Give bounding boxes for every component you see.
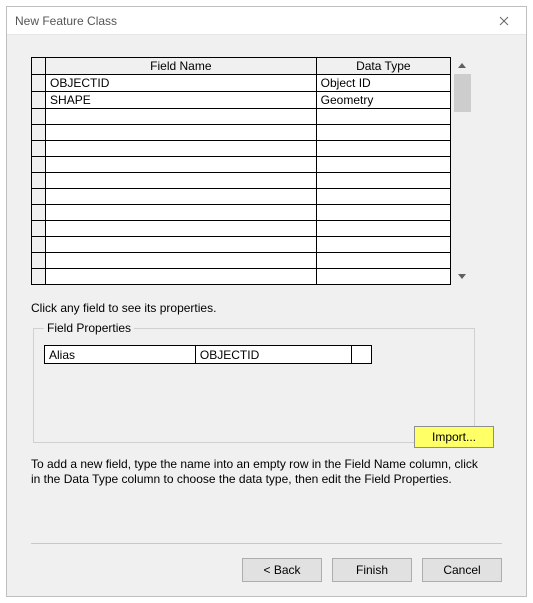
row-header[interactable] (32, 189, 46, 205)
import-button[interactable]: Import... (414, 426, 494, 448)
row-header[interactable] (32, 75, 46, 92)
field-properties-group: Field Properties AliasOBJECTID Import... (33, 321, 475, 443)
cell-field-name[interactable] (46, 141, 317, 157)
field-properties-table[interactable]: AliasOBJECTID (44, 345, 372, 364)
cell-data-type[interactable] (316, 109, 450, 125)
column-header-data-type[interactable]: Data Type (316, 58, 450, 75)
cell-data-type[interactable] (316, 237, 450, 253)
row-header[interactable] (32, 92, 46, 109)
table-row[interactable] (32, 269, 451, 285)
cell-field-name[interactable] (46, 157, 317, 173)
table-row[interactable] (32, 109, 451, 125)
dialog-content: Field Name Data Type OBJECTIDObject IDSH… (7, 35, 526, 596)
field-properties-legend: Field Properties (44, 321, 134, 335)
property-extra[interactable] (351, 346, 371, 364)
cell-data-type[interactable] (316, 269, 450, 285)
row-header[interactable] (32, 157, 46, 173)
cell-data-type[interactable] (316, 221, 450, 237)
scroll-thumb[interactable] (454, 74, 471, 112)
scroll-down-icon[interactable] (454, 268, 471, 285)
close-icon (499, 16, 509, 26)
cell-data-type[interactable] (316, 125, 450, 141)
finish-button[interactable]: Finish (332, 558, 412, 582)
cell-data-type[interactable] (316, 141, 450, 157)
table-row[interactable] (32, 141, 451, 157)
table-row[interactable] (32, 189, 451, 205)
cell-data-type[interactable] (316, 157, 450, 173)
cell-field-name[interactable] (46, 253, 317, 269)
row-header[interactable] (32, 109, 46, 125)
scroll-up-icon[interactable] (454, 57, 471, 74)
cell-data-type[interactable] (316, 253, 450, 269)
table-row[interactable]: SHAPEGeometry (32, 92, 451, 109)
cancel-button[interactable]: Cancel (422, 558, 502, 582)
cell-field-name[interactable] (46, 109, 317, 125)
table-row[interactable] (32, 253, 451, 269)
table-row[interactable] (32, 125, 451, 141)
close-button[interactable] (484, 8, 524, 34)
back-button[interactable]: < Back (242, 558, 322, 582)
cell-field-name[interactable]: SHAPE (46, 92, 317, 109)
cell-field-name[interactable] (46, 237, 317, 253)
table-row[interactable] (32, 157, 451, 173)
instruction-text: To add a new field, type the name into a… (31, 457, 483, 487)
cell-field-name[interactable] (46, 173, 317, 189)
window-title: New Feature Class (15, 14, 117, 28)
row-header[interactable] (32, 125, 46, 141)
cell-field-name[interactable] (46, 189, 317, 205)
row-header[interactable] (32, 173, 46, 189)
table-row[interactable] (32, 237, 451, 253)
footer-separator (31, 543, 502, 544)
cell-data-type[interactable] (316, 205, 450, 221)
row-header[interactable] (32, 253, 46, 269)
cell-data-type[interactable] (316, 189, 450, 205)
footer-buttons: < Back Finish Cancel (242, 558, 502, 582)
scroll-track[interactable] (454, 74, 471, 268)
cell-field-name[interactable] (46, 125, 317, 141)
table-row[interactable] (32, 205, 451, 221)
cell-field-name[interactable] (46, 269, 317, 285)
cell-field-name[interactable] (46, 205, 317, 221)
property-row[interactable]: AliasOBJECTID (45, 346, 372, 364)
dialog-window: New Feature Class Field Name Data Type O… (6, 6, 527, 597)
row-header-blank (32, 58, 46, 75)
table-row[interactable]: OBJECTIDObject ID (32, 75, 451, 92)
column-header-field-name[interactable]: Field Name (46, 58, 317, 75)
row-header[interactable] (32, 237, 46, 253)
cell-data-type[interactable] (316, 173, 450, 189)
row-header[interactable] (32, 221, 46, 237)
table-row[interactable] (32, 221, 451, 237)
table-row[interactable] (32, 173, 451, 189)
fields-grid[interactable]: Field Name Data Type OBJECTIDObject IDSH… (31, 57, 451, 285)
row-header[interactable] (32, 141, 46, 157)
row-header[interactable] (32, 205, 46, 221)
cell-data-type[interactable]: Object ID (316, 75, 450, 92)
property-label: Alias (45, 346, 196, 364)
cell-data-type[interactable]: Geometry (316, 92, 450, 109)
cell-field-name[interactable] (46, 221, 317, 237)
titlebar: New Feature Class (7, 7, 526, 35)
grid-scrollbar[interactable] (451, 57, 471, 285)
cell-field-name[interactable]: OBJECTID (46, 75, 317, 92)
hint-text: Click any field to see its properties. (31, 301, 502, 315)
property-value[interactable]: OBJECTID (195, 346, 351, 364)
row-header[interactable] (32, 269, 46, 285)
